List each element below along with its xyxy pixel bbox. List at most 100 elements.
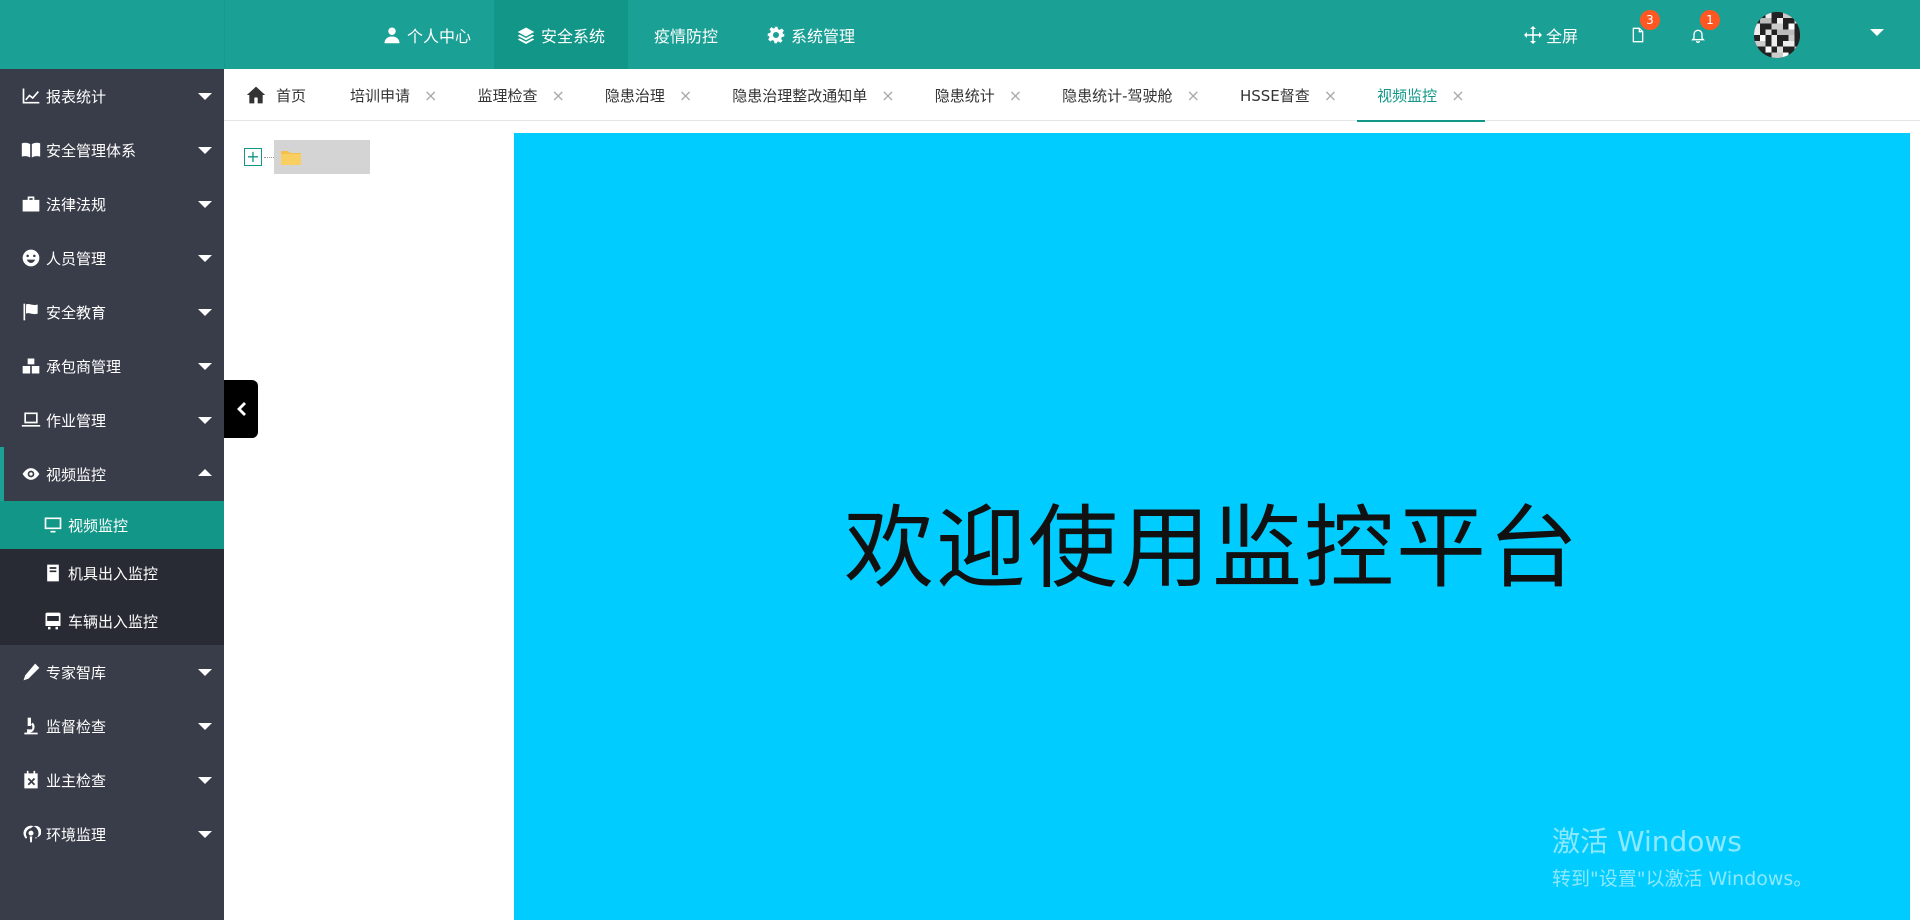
fullscreen-button[interactable]: 全屏 [1523,0,1578,69]
bell-icon [1691,29,1705,43]
welcome-text: 欢迎使用监控平台 [844,496,1580,601]
tab-training-application[interactable]: 培训申请 × [330,69,457,121]
chevron-down-icon [198,831,212,838]
chevron-down-icon [198,777,212,784]
document-icon [1632,27,1644,42]
chevron-down-icon [198,201,212,208]
top-right-tools: 全屏 3 1 [1523,0,1920,69]
user-menu-caret-icon[interactable] [1870,29,1884,36]
smile-icon [20,247,42,269]
close-icon[interactable]: × [551,86,564,105]
top-nav: 个人中心 安全系统 疫情防控 系统管理 [360,0,878,69]
watermark-line2: 转到"设置"以激活 Windows。 [1552,868,1813,890]
chevron-down-icon [198,93,212,100]
chevron-down-icon [198,669,212,676]
topnav-label: 系统管理 [791,26,856,46]
sidebar-item-environmental-supervision[interactable]: 环境监理 [0,807,224,861]
gear-icon [767,26,785,44]
submenu-item-label: 车辆出入监控 [68,612,159,631]
tab-label: 首页 [276,86,307,105]
close-icon[interactable]: × [1009,86,1022,105]
sidebar-item-owner-inspection[interactable]: 业主检查 [0,753,224,807]
camera-tree: + [244,140,370,174]
sidebar-item-label: 法律法规 [46,195,107,214]
book-icon [20,139,42,161]
submenu-item-label: 机具出入监控 [68,564,159,583]
folder-icon [281,151,301,165]
microscope-icon [20,715,42,737]
sidebar-item-report-statistics[interactable]: 报表统计 [0,69,224,123]
topnav-system-management[interactable]: 系统管理 [744,0,878,69]
sidebar-collapse-button[interactable] [224,380,258,438]
tab-hazard-statistics-cockpit[interactable]: 隐患统计-驾驶舱 × [1042,69,1220,121]
tab-home[interactable]: 首页 [224,69,330,121]
podcast-icon [20,823,42,845]
sidebar-item-label: 环境监理 [46,825,107,844]
sidebar-item-personnel-management[interactable]: 人员管理 [0,231,224,285]
tab-hsse-supervision[interactable]: HSSE督查 × [1220,69,1357,121]
tab-hazard-statistics[interactable]: 隐患统计 × [915,69,1042,121]
chevron-down-icon [198,255,212,262]
tab-label: 隐患统计 [934,86,995,105]
tree-connector [264,156,274,158]
tab-hazard-governance[interactable]: 隐患治理 × [585,69,712,121]
laptop-icon [20,409,42,431]
submenu-item-equipment-monitoring[interactable]: 机具出入监控 [0,549,224,597]
chevron-up-icon [198,469,212,476]
tab-bar: 首页 培训申请 × 监理检查 × 隐患治理 × 隐患治理整改通知单 × 隐患统计… [224,69,1920,122]
brand-area [0,0,224,69]
pencil-icon [20,661,42,683]
server-icon [42,562,64,584]
sidebar-item-label: 安全管理体系 [46,141,137,160]
tab-supervision-inspection[interactable]: 监理检查 × [457,69,584,121]
sidebar-item-expert-think-tank[interactable]: 专家智库 [0,645,224,699]
chart-icon [20,85,42,107]
video-monitoring-panel: 欢迎使用监控平台 [514,133,1910,920]
topnav-safety-system[interactable]: 安全系统 [494,0,629,69]
sidebar-item-work-management[interactable]: 作业管理 [0,393,224,447]
sidebar-item-safety-education[interactable]: 安全教育 [0,285,224,339]
sidebar-item-video-monitoring[interactable]: 视频监控 [0,447,224,501]
sidebar-item-contractor-management[interactable]: 承包商管理 [0,339,224,393]
monitor-icon [42,514,64,536]
topnav-label: 安全系统 [541,26,606,46]
close-icon[interactable]: × [1187,86,1200,105]
close-icon[interactable]: × [881,86,894,105]
move-arrows-icon [1523,25,1542,44]
submenu-item-video-monitoring[interactable]: 视频监控 [0,501,224,549]
sidebar-item-supervision-inspection[interactable]: 监督检查 [0,699,224,753]
topnav-label: 疫情防控 [654,26,719,46]
close-icon[interactable]: × [424,86,437,105]
tree-node[interactable] [274,140,370,174]
sidebar-item-safety-management-system[interactable]: 安全管理体系 [0,123,224,177]
chevron-left-icon [237,402,246,416]
topnav-epidemic-control[interactable]: 疫情防控 [628,0,744,69]
video-monitoring-submenu: 视频监控 机具出入监控 车辆出入监控 [0,501,224,645]
chevron-down-icon [198,147,212,154]
tab-video-monitoring[interactable]: 视频监控 × [1357,69,1486,122]
avatar[interactable] [1754,11,1800,58]
submenu-item-vehicle-monitoring[interactable]: 车辆出入监控 [0,597,224,645]
sidebar-item-label: 监督检查 [46,717,107,736]
tab-hazard-rectification-notice[interactable]: 隐患治理整改通知单 × [712,69,914,121]
chevron-down-icon [198,309,212,316]
sidebar: 报表统计 安全管理体系 法律法规 人员管理 安全教育 承包商管理 作业管理 视频… [0,69,224,920]
topnav-label: 个人中心 [407,26,472,46]
cubes-icon [20,355,42,377]
home-icon [246,86,266,104]
user-icon [383,26,401,44]
eye-icon [20,463,42,485]
windows-activation-watermark: 激活 Windows 转到"设置"以激活 Windows。 [1552,820,1812,891]
sidebar-item-laws-regulations[interactable]: 法律法规 [0,177,224,231]
close-icon[interactable]: × [1451,86,1464,105]
close-icon[interactable]: × [1324,86,1337,105]
notification-button[interactable]: 1 [1668,0,1728,69]
close-icon[interactable]: × [679,86,692,105]
document-notice-button[interactable]: 3 [1608,0,1668,69]
tab-label: 监理检查 [477,86,538,105]
document-badge: 3 [1640,10,1660,30]
sidebar-item-label: 安全教育 [46,303,107,322]
sidebar-item-label: 业主检查 [46,771,107,790]
topnav-personal-center[interactable]: 个人中心 [360,0,494,69]
tree-expand-button[interactable]: + [244,148,262,166]
